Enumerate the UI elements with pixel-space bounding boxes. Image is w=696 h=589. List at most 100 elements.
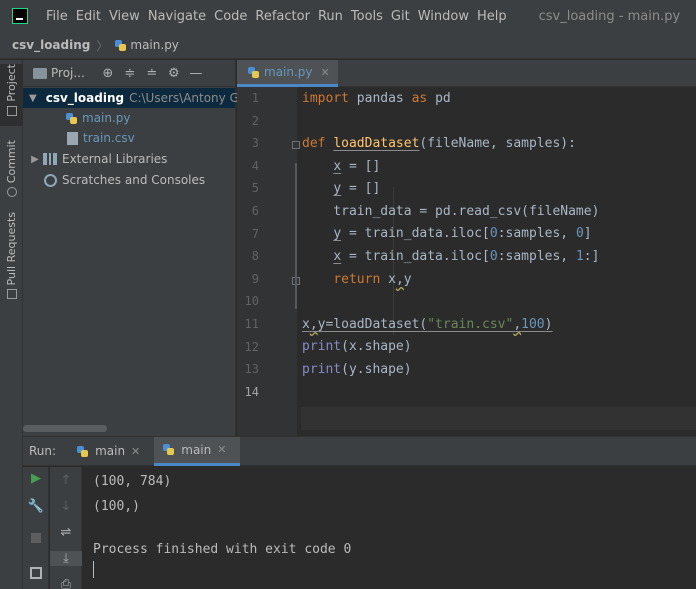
console-line: (100,) (93, 499, 140, 514)
code-line-6: train_data = pd.read_csv(fileName) (302, 204, 600, 219)
close-icon[interactable]: ✕ (131, 445, 140, 458)
menu-file[interactable]: File (42, 9, 72, 24)
run-tab-2[interactable]: main ✕ (154, 436, 241, 466)
scratches-icon (44, 173, 57, 187)
close-icon[interactable]: ✕ (217, 443, 226, 456)
code-line-8: x = train_data.iloc[0:samples, 1:] (333, 249, 600, 264)
stop-icon[interactable] (31, 533, 41, 543)
run-label: Run: (29, 444, 57, 458)
menu-edit[interactable]: Edit (72, 9, 105, 24)
code-line-9: return x,y (333, 272, 412, 287)
line-number: 9 (251, 272, 259, 286)
tree-item-main-py[interactable]: main.py (65, 108, 131, 128)
tree-item-label: External Libraries (62, 152, 168, 166)
tree-item-external-libraries[interactable]: ▶ External Libraries (29, 149, 167, 169)
menu-view[interactable]: View (105, 9, 144, 24)
line-number: 4 (251, 159, 259, 173)
tree-item-label: train.csv (83, 131, 135, 145)
tree-item-scratches[interactable]: Scratches and Consoles (41, 170, 205, 190)
run-toolbar-secondary: ↑ ↓ ⇌ ⤓ ⎙ (50, 467, 82, 589)
code-line-3: def loadDataset(fileName, samples): (302, 136, 576, 151)
horizontal-scrollbar[interactable] (23, 425, 107, 432)
code-line-4: x = [] (333, 159, 381, 174)
code-line-11: x,y=loadDataset("train.csv",100) (302, 317, 553, 332)
project-folder-icon (33, 67, 47, 79)
fold-open-icon[interactable] (292, 141, 300, 149)
menu-window[interactable]: Window (414, 9, 473, 24)
menu-tools[interactable]: Tools (347, 9, 387, 24)
layout-icon[interactable] (30, 567, 42, 579)
python-file-icon (247, 66, 260, 79)
print-icon[interactable]: ⎙ (50, 577, 82, 589)
tree-item-label: main.py (82, 111, 131, 125)
line-number: 8 (251, 249, 259, 263)
pull-request-icon (6, 289, 17, 300)
line-number: 14 (244, 385, 259, 399)
console-output[interactable]: (100, 784) (100,) Process finished with … (93, 467, 693, 589)
console-line: Process finished with exit code 0 (93, 542, 352, 557)
menu-help[interactable]: Help (473, 9, 511, 24)
window-title: csv_loading - main.py (538, 8, 681, 24)
menu-git[interactable]: Git (387, 9, 414, 24)
python-file-icon (114, 39, 127, 52)
tree-item-train-csv[interactable]: train.csv (65, 128, 135, 148)
scroll-to-end-icon[interactable]: ⤓ (50, 551, 82, 566)
close-icon[interactable]: ✕ (321, 66, 330, 79)
arrow-up-icon[interactable]: ↑ (50, 473, 82, 488)
soft-wrap-icon[interactable]: ⇌ (50, 525, 82, 540)
project-root-path: C:\Users\Antony G (129, 91, 239, 105)
breadcrumb-separator-icon: 〉 (96, 38, 109, 53)
python-run-icon (76, 445, 89, 458)
tool-tab-commit[interactable]: Commit (0, 140, 23, 198)
python-run-icon (162, 443, 175, 456)
line-number-gutter: 1 2 3 4 5 6 7 8 9 10 11 12 13 14 (237, 87, 300, 436)
tool-tab-commit-label: Commit (5, 140, 18, 184)
rerun-play-icon[interactable]: ▶ (23, 471, 49, 486)
run-toolbar-primary: ▶ 🔧 (23, 467, 49, 589)
python-file-icon (65, 112, 78, 125)
run-tab-label: main (95, 444, 126, 458)
chevron-right-icon[interactable]: ▶ (29, 154, 41, 165)
wrench-icon[interactable]: 🔧 (23, 499, 49, 514)
chevron-down-icon[interactable]: ▼ (29, 93, 37, 104)
line-number: 3 (251, 136, 259, 150)
arrow-down-icon[interactable]: ↓ (50, 499, 82, 514)
project-tool-window: Proj... ⊕ ≑ ≐ ⚙ — ▼ csv_loading C:\Users… (23, 60, 239, 436)
editor-tab-label: main.py (264, 65, 313, 79)
locate-icon[interactable]: ⊕ (97, 66, 119, 81)
line-number: 10 (244, 294, 259, 308)
commit-icon (6, 187, 17, 198)
breadcrumb-file-label: main.py (130, 38, 179, 52)
breadcrumb-project[interactable]: csv_loading (12, 38, 90, 52)
csv-file-icon (67, 131, 78, 145)
menu-navigate[interactable]: Navigate (144, 9, 210, 24)
tree-item-project-root[interactable]: ▼ csv_loading C:\Users\Antony G (23, 88, 239, 108)
folder-icon (6, 105, 17, 116)
menu-code[interactable]: Code (210, 9, 251, 24)
project-panel-header: Proj... ⊕ ≑ ≐ ⚙ — (23, 60, 235, 87)
collapse-all-icon[interactable]: ≐ (141, 66, 163, 81)
left-tool-strip: Project Commit Pull Requests (0, 60, 23, 589)
code-line-12: print(x.shape) (302, 339, 412, 354)
project-panel-title[interactable]: Proj... (51, 66, 85, 80)
code-line-5: y = [] (333, 181, 381, 196)
expand-all-icon[interactable]: ≑ (119, 66, 141, 81)
menu-items: File Edit View Navigate Code Refactor Ru… (42, 9, 511, 24)
gear-icon[interactable]: ⚙ (163, 66, 185, 81)
line-number: 5 (251, 181, 259, 195)
line-number: 12 (244, 340, 259, 354)
run-header: Run: main ✕ main ✕ (23, 436, 696, 466)
menu-refactor[interactable]: Refactor (251, 9, 314, 24)
tool-tab-pull-requests[interactable]: Pull Requests (0, 212, 23, 300)
tool-tab-project[interactable]: Project (0, 64, 23, 126)
line-number: 7 (251, 227, 259, 241)
tool-tab-pull-requests-label: Pull Requests (5, 212, 18, 286)
code-area[interactable]: import pandas as pd def loadDataset(file… (301, 87, 696, 436)
menu-run[interactable]: Run (314, 9, 347, 24)
run-tab-1[interactable]: main ✕ (68, 437, 154, 466)
code-editor: main.py ✕ 1 2 3 4 5 6 7 8 9 10 11 12 13 … (237, 60, 696, 436)
editor-tab-main-py[interactable]: main.py ✕ (237, 60, 338, 87)
minimize-icon[interactable]: — (185, 66, 207, 81)
breadcrumb-file[interactable]: main.py (114, 38, 179, 52)
code-line-1: import pandas as pd (302, 91, 451, 106)
